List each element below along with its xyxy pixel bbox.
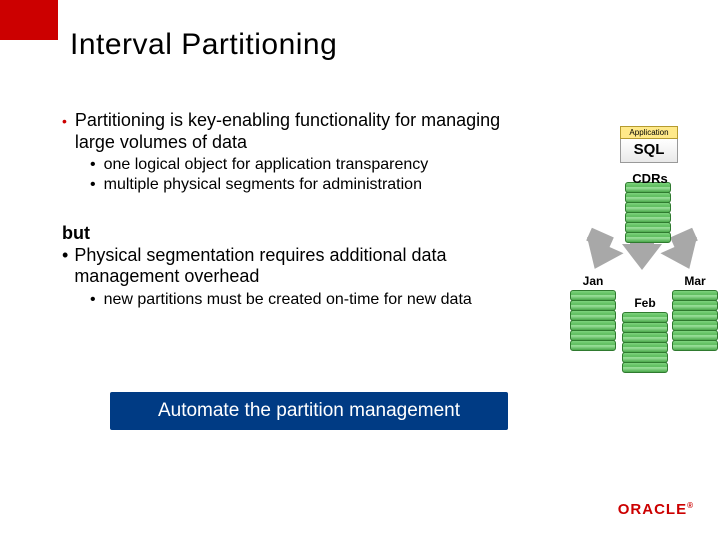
partition-feb: Feb <box>622 296 668 372</box>
bullet-icon: • <box>90 290 96 310</box>
but-point: Physical segmentation requires additiona… <box>74 245 532 288</box>
sql-label: SQL <box>620 139 678 163</box>
oracle-logo: ORACLE <box>618 501 694 518</box>
diagram-app-box: Application SQL <box>620 126 678 163</box>
but-sub-point: new partitions must be created on-time f… <box>104 290 472 310</box>
main-bullet-text: Partitioning is key-enabling functionali… <box>75 110 532 153</box>
arrow-icon <box>576 237 623 277</box>
month-label: Jan <box>570 274 616 288</box>
bullet-icon: • <box>90 155 96 175</box>
cdrs-label: CDRs <box>620 171 680 186</box>
bullet-icon: • <box>62 110 67 153</box>
slide-body: • Partitioning is key-enabling functiona… <box>62 110 532 310</box>
slide-title: Interval Partitioning <box>70 28 337 62</box>
disk-stack-icon <box>625 182 671 240</box>
partition-jan: Jan <box>570 274 616 350</box>
partition-mar: Mar <box>672 274 718 350</box>
month-label: Feb <box>622 296 668 310</box>
sub-bullet-1: one logical object for application trans… <box>104 155 429 175</box>
bullet-icon: • <box>62 245 68 288</box>
bullet-icon: • <box>90 175 96 195</box>
application-label: Application <box>620 126 678 139</box>
sub-bullet-2: multiple physical segments for administr… <box>104 175 422 195</box>
callout-box: Automate the partition management <box>110 392 508 430</box>
month-label: Mar <box>672 274 718 288</box>
brand-square <box>0 0 58 40</box>
but-label: but <box>62 223 532 245</box>
arrow-icon <box>622 244 662 270</box>
